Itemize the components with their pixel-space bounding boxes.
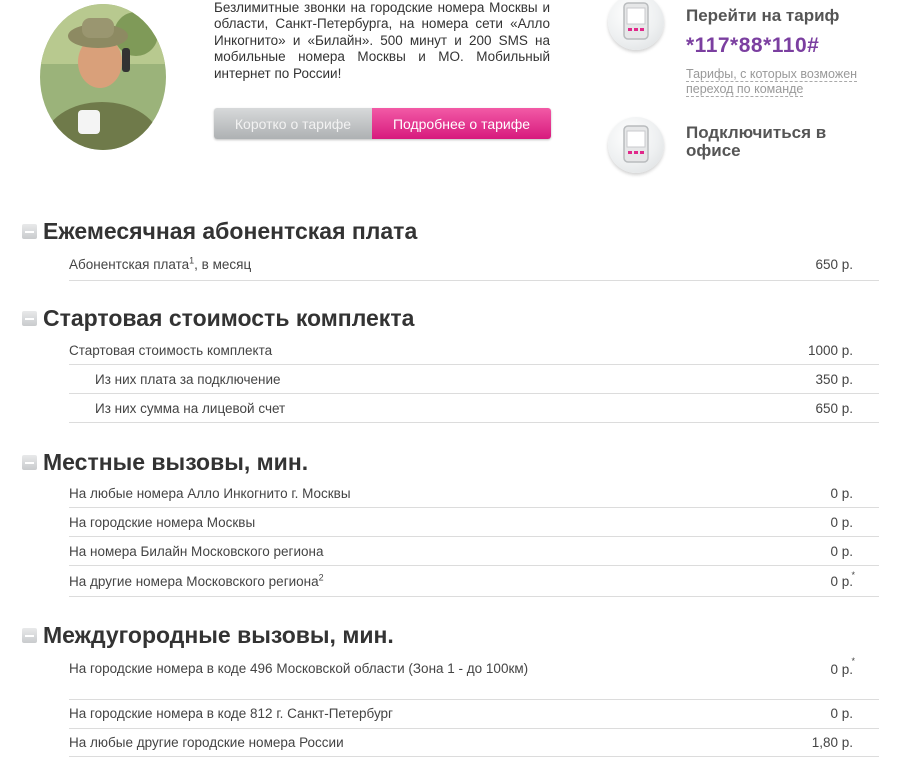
- row-label: Из них сумма на лицевой счет: [95, 401, 286, 416]
- row-label: На городские номера Москвы: [69, 515, 256, 530]
- row-label-text: На другие номера Московского региона: [69, 574, 319, 589]
- row-label: Из них плата за подключение: [95, 372, 281, 387]
- collapse-icon[interactable]: [22, 628, 37, 643]
- row-price: 0 р.: [830, 515, 853, 530]
- switch-tariff-title: Перейти на тариф: [686, 6, 840, 25]
- asterisk-mark: *: [851, 656, 855, 666]
- row-price: 0 р.: [830, 486, 853, 501]
- row-label-text: Абонентская плата: [69, 257, 190, 272]
- table-row: На любые другие городские номера России …: [69, 735, 879, 757]
- row-label: На другие номера Московского региона2: [69, 573, 324, 589]
- row-label: На номера Билайн Московского региона: [69, 544, 324, 559]
- row-label: На любые номера Алло Инкогнито г. Москвы: [69, 486, 351, 501]
- phone-icon[interactable]: [608, 0, 664, 50]
- section-title: Ежемесячная абонентская плата: [43, 218, 418, 244]
- row-price: 350 р.: [815, 372, 853, 387]
- tab-short-info[interactable]: Коротко о тарифе: [214, 108, 372, 139]
- row-price: 0 р.: [830, 574, 853, 589]
- tariff-description: Безлимитные звонки на городские номера М…: [214, 0, 550, 81]
- row-price: 0 р.: [830, 544, 853, 559]
- footnote-mark[interactable]: 2: [319, 573, 324, 583]
- phone-icon[interactable]: [608, 117, 664, 173]
- row-price: 0 р.: [830, 662, 853, 677]
- tariff-tabs: Коротко о тарифе Подробнее о тарифе: [214, 108, 551, 139]
- row-label: На любые другие городские номера России: [69, 735, 344, 750]
- section-long-distance-calls: Междугородные вызовы, мин.: [22, 622, 394, 649]
- section-monthly-fee: Ежемесячная абонентская плата: [22, 218, 417, 245]
- section-title: Междугородные вызовы, мин.: [43, 622, 394, 648]
- asterisk-mark: *: [851, 570, 855, 580]
- section-title: Стартовая стоимость комплекта: [43, 305, 415, 331]
- user-photo: [40, 4, 166, 150]
- row-price: 0 р.: [830, 706, 853, 721]
- table-row: Из них сумма на лицевой счет 650 р.: [69, 401, 879, 423]
- table-row: На городские номера в коде 496 Московско…: [69, 656, 879, 700]
- allowed-tariffs-link-text[interactable]: Тарифы, с которых возможен переход по ко…: [686, 67, 858, 97]
- collapse-icon[interactable]: [22, 311, 37, 326]
- table-row: На другие номера Московского региона2 0 …: [69, 570, 879, 597]
- table-row: На номера Билайн Московского региона 0 р…: [69, 544, 879, 566]
- collapse-icon[interactable]: [22, 224, 37, 239]
- table-row: На городские номера Москвы 0 р.: [69, 515, 879, 537]
- table-row: На любые номера Алло Инкогнито г. Москвы…: [69, 486, 879, 508]
- row-label: Стартовая стоимость комплекта: [69, 343, 273, 358]
- connect-in-office[interactable]: Подключиться в офисе: [686, 124, 856, 160]
- row-price: 1000 р.: [807, 343, 853, 358]
- table-row: Абонентская плата1, в месяц 650 р.: [69, 256, 879, 281]
- allowed-tariffs-link[interactable]: Тарифы, с которых возможен переход по ко…: [686, 67, 886, 97]
- row-price: 1,80 р.: [811, 735, 853, 750]
- row-label-suffix: , в месяц: [194, 257, 252, 272]
- switch-ussd-code: *117*88*110#: [686, 34, 820, 57]
- section-local-calls: Местные вызовы, мин.: [22, 449, 308, 476]
- table-row: На городские номера в коде 812 г. Санкт-…: [69, 706, 879, 729]
- tab-detailed-info[interactable]: Подробнее о тарифе: [372, 108, 551, 139]
- section-start-cost: Стартовая стоимость комплекта: [22, 305, 414, 332]
- row-label: На городские номера в коде 812 г. Санкт-…: [69, 706, 393, 721]
- row-label: Абонентская плата1, в месяц: [69, 256, 252, 272]
- row-price: 650 р.: [815, 257, 853, 272]
- table-row: Стартовая стоимость комплекта 1000 р.: [69, 343, 879, 365]
- section-title: Местные вызовы, мин.: [43, 449, 309, 475]
- row-label: На городские номера в коде 496 Московско…: [69, 661, 529, 676]
- row-price: 650 р.: [815, 401, 853, 416]
- table-row: Из них плата за подключение 350 р.: [69, 372, 879, 394]
- collapse-icon[interactable]: [22, 455, 37, 470]
